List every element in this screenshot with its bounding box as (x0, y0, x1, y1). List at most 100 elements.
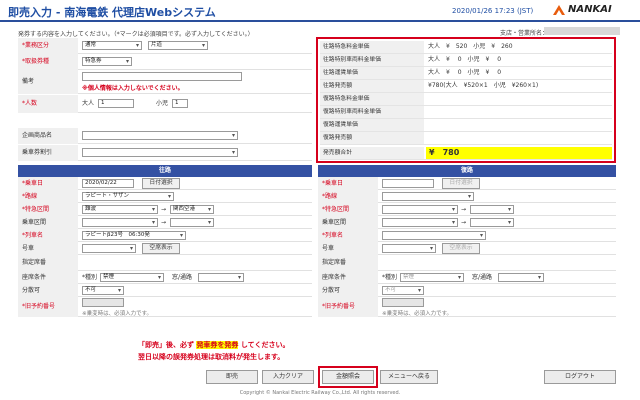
return-window-select[interactable] (498, 273, 544, 282)
fare-label: 復路特急料金単価 (320, 93, 424, 105)
plan-product-label: 企画商品名 (18, 128, 78, 144)
instruction-text: 発券する内容を入力してください。（*マークは必須項目です。必ず入力してください。… (18, 31, 254, 38)
plan-product-select[interactable] (82, 131, 238, 140)
return-oldres-input[interactable] (382, 298, 424, 307)
outbound-express-from-select[interactable]: 難波 (82, 205, 158, 214)
return-train-row: *列車名 (318, 229, 616, 242)
outbound-split-select[interactable]: 不可 (82, 286, 124, 295)
return-ride-to-select[interactable] (470, 218, 514, 227)
fare-total-row: 発売額合計 ¥ 780 (320, 147, 612, 160)
adult-count-input[interactable]: 1 (98, 99, 134, 108)
fare-check-button[interactable]: 金額照会 (322, 370, 374, 384)
outbound-ride-row: 乗車区間 → (18, 216, 312, 229)
outbound-ride-to-select[interactable] (170, 218, 214, 227)
outbound-seat-row: 指定席番 (18, 255, 312, 271)
outbound-ride-arrow: → (161, 219, 167, 226)
notice-issue-ticket: 「即売」後、必ず 発車券を発券 してください。 (138, 340, 289, 350)
outbound-oldres-note: ※乗変時は、必須入力です。 (82, 311, 153, 317)
return-train-select[interactable] (382, 231, 486, 240)
remarks-warning: ※個人情報は入力しないでください。 (82, 85, 184, 92)
return-express-to-select[interactable] (470, 205, 514, 214)
datetime: 2020/01/26 17:23 (JST) (452, 7, 534, 15)
business-type-select[interactable]: 通常 (82, 41, 142, 50)
fare-label: 往路特別車両料金単価 (320, 54, 424, 66)
return-vacancy-button[interactable]: 空席表示 (442, 243, 480, 254)
outbound-condition-label: 座席条件 (18, 271, 78, 284)
user-info: 支店・営業所名： (500, 30, 549, 37)
return-car-select[interactable] (382, 244, 436, 253)
return-date-picker-button[interactable]: 日付選択 (442, 178, 480, 189)
outbound-oldres-input[interactable] (82, 298, 124, 307)
return-kind-label: *種別 (382, 274, 398, 281)
outbound-split-row: 分散可 不可 (18, 284, 312, 297)
trip-type-select[interactable]: 片道 (148, 41, 208, 50)
fare-row: 往路発売額 ¥780(大人 ¥520×1 小児 ¥260×1) (320, 80, 612, 93)
fare-label: 復路運賃単価 (320, 119, 424, 131)
outbound-express-row: *特急区間 難波 → 関西空港 (18, 203, 312, 216)
child-count-input[interactable]: 1 (172, 99, 188, 108)
outbound-route-label: *路線 (18, 190, 78, 203)
fare-row: 復路発売額 (320, 132, 612, 145)
remarks-input[interactable] (82, 72, 242, 81)
outbound-split-label: 分散可 (18, 284, 78, 297)
outbound-date-picker-button[interactable]: 日付選択 (142, 178, 180, 189)
outbound-express-to-select[interactable]: 関西空港 (170, 205, 214, 214)
sell-button[interactable]: 即売 (206, 370, 258, 384)
outbound-train-label: *列車名 (18, 229, 78, 242)
masked-user-name (544, 27, 620, 35)
outbound-route-select[interactable]: ラピート・サザン (82, 192, 174, 201)
return-oldres-label: *旧予約番号 (318, 297, 378, 317)
return-seat-row: 指定席番 (318, 255, 616, 271)
fare-value: 大人 ¥ 520 小児 ¥ 260 (428, 43, 513, 50)
outbound-express-label: *特急区間 (18, 203, 78, 216)
return-date-input[interactable] (382, 179, 434, 188)
return-heading: 復路 (318, 165, 616, 177)
return-route-select[interactable] (382, 192, 474, 201)
outbound-seat-label: 指定席番 (18, 255, 78, 271)
outbound-oldres-row: *旧予約番号 ※乗変時は、必須入力です。 (18, 297, 312, 317)
logo-text: NANKAI (568, 4, 612, 15)
discount-select[interactable] (82, 148, 238, 157)
back-to-menu-button[interactable]: メニューへ戻る (380, 370, 438, 384)
outbound-route-row: *路線 ラピート・サザン (18, 190, 312, 203)
fare-value: 大人 ¥ 0 小児 ¥ 0 (428, 56, 502, 63)
business-type-row: *業務区分 通常 片道 (18, 38, 312, 54)
logout-button[interactable]: ログアウト (544, 370, 616, 384)
logo-mark-icon (553, 5, 565, 15)
return-route-label: *路線 (318, 190, 378, 203)
return-split-label: 分散可 (318, 284, 378, 297)
return-ride-from-select[interactable] (382, 218, 458, 227)
fare-row: 往路特別車両料金単価 大人 ¥ 0 小児 ¥ 0 (320, 54, 612, 67)
outbound-kind-select[interactable]: 禁煙 (100, 273, 164, 282)
return-seat-label: 指定席番 (318, 255, 378, 271)
clear-input-button[interactable]: 入力クリア (262, 370, 314, 384)
ticket-type-select[interactable]: 特急券 (82, 57, 132, 66)
return-express-from-select[interactable] (382, 205, 458, 214)
return-split-select[interactable]: 不可 (382, 286, 424, 295)
fare-value: 大人 ¥ 0 小児 ¥ 0 (428, 69, 502, 76)
outbound-train-select[interactable]: ラピートβ23号 06:30発 (82, 231, 186, 240)
ticket-type-row: *取扱券種 特急券 (18, 54, 312, 70)
app-header: 即売入力 - 南海電鉄 代理店Webシステム 2020/01/26 17:23 … (0, 0, 640, 22)
outbound-window-label: 窓/通路 (172, 274, 193, 281)
fare-label: 往路発売額 (320, 80, 424, 92)
return-date-label: *乗車日 (318, 177, 378, 190)
outbound-car-select[interactable] (82, 244, 136, 253)
fare-summary-panel: 往路特急料金単価 大人 ¥ 520 小児 ¥ 260 往路特別車両料金単価 大人… (316, 37, 616, 163)
outbound-express-arrow: → (161, 206, 167, 213)
outbound-heading: 往路 (18, 165, 312, 177)
notice-cancel-fee: 翌日以降の誤発券処理は取消料が発生します。 (138, 353, 285, 361)
notice-line1-pre: 「即売」後、必ず (138, 341, 194, 349)
outbound-date-input[interactable]: 2020/02/22 (82, 179, 134, 188)
plan-product-row: 企画商品名 (18, 128, 312, 144)
copyright-footer: Copyright © Nankai Electric Railway Co.,… (239, 390, 401, 396)
return-kind-select[interactable]: 禁煙 (400, 273, 464, 282)
discount-row: 乗車券割引 (18, 145, 312, 161)
outbound-window-select[interactable] (198, 273, 244, 282)
outbound-vacancy-button[interactable]: 空席表示 (142, 243, 180, 254)
outbound-ride-from-select[interactable] (82, 218, 158, 227)
fare-row: 復路運賃単価 (320, 119, 612, 132)
notice-line1-highlight: 発車券を発券 (196, 341, 239, 349)
fare-total-label: 発売額合計 (320, 147, 424, 159)
business-type-label: *業務区分 (18, 38, 78, 54)
